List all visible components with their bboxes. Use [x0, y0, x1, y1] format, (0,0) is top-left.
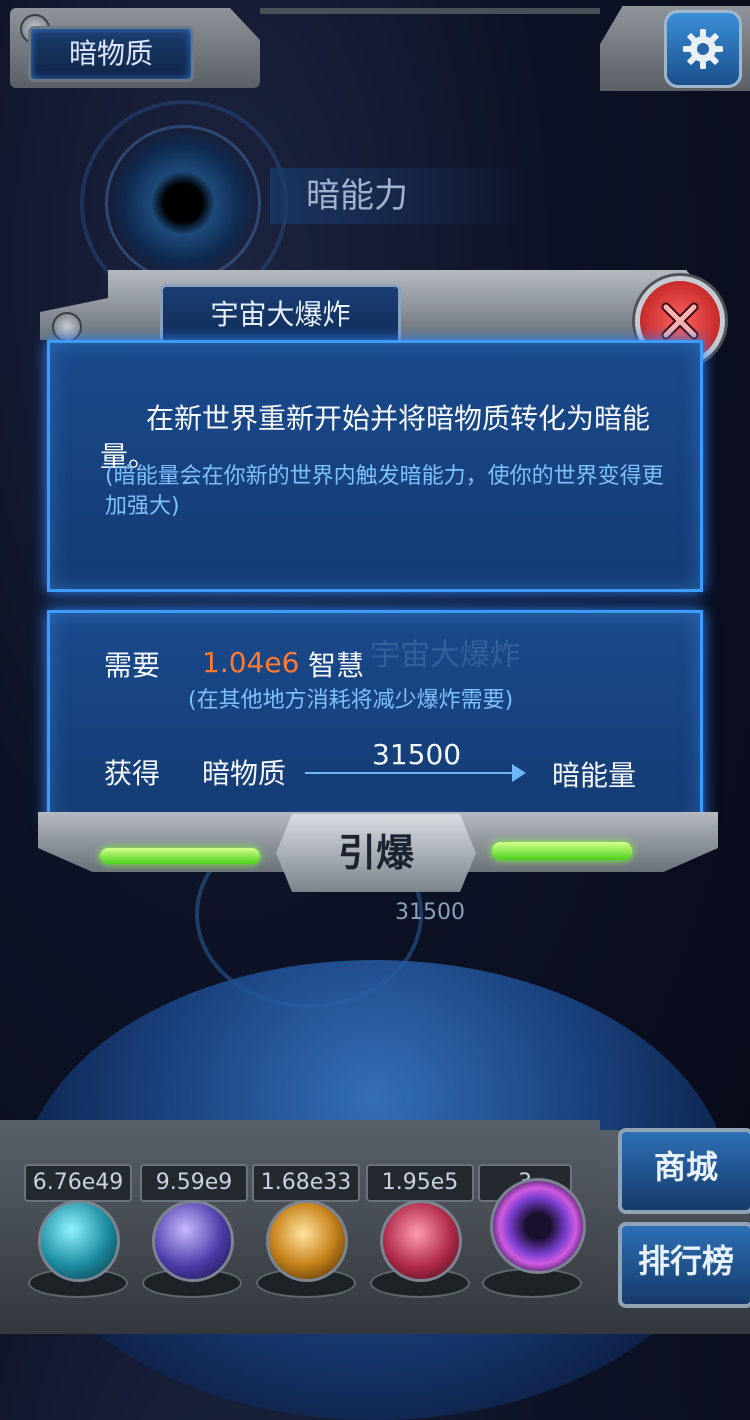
- require-unit: 智慧: [308, 649, 365, 682]
- require-value: 1.04e6: [202, 646, 300, 679]
- require-note: (在其他地方消耗将减少爆炸需要): [188, 688, 514, 713]
- brain-orb-icon[interactable]: [380, 1200, 462, 1282]
- shop-button[interactable]: 商城: [618, 1128, 750, 1214]
- require-label: 需要: [104, 649, 161, 682]
- detonate-button[interactable]: 引爆: [276, 814, 476, 892]
- modal-title: 宇宙大爆炸: [160, 284, 401, 346]
- top-frame-line: [260, 8, 600, 14]
- gain-from: 暗物质: [202, 757, 287, 790]
- blackhole-icon: [105, 125, 261, 281]
- resource-value: 6.76e49: [24, 1164, 132, 1202]
- energy-tube-right: [492, 842, 632, 860]
- ghost-title: 宇宙大爆炸: [370, 638, 520, 673]
- energy-tube-left: [100, 848, 260, 864]
- arrow-right-icon: [512, 764, 526, 782]
- gain-to: 暗能量: [552, 759, 637, 792]
- background-amount: 31500: [395, 900, 465, 925]
- page-title: 暗物质: [28, 26, 194, 82]
- resource-value: 9.59e9: [140, 1164, 248, 1202]
- dark-ability-label: 暗能力: [270, 168, 530, 224]
- arrow-line: [305, 772, 515, 774]
- gain-label: 获得: [104, 757, 161, 790]
- modal-note: (暗能量会在你新的世界内触发暗能力，使你的世界变得更加强大): [105, 464, 664, 519]
- resource-value: 1.68e33: [252, 1164, 360, 1202]
- resource-value: 1.95e5: [366, 1164, 474, 1202]
- settings-button[interactable]: [664, 10, 742, 88]
- galaxy-orb-icon[interactable]: [266, 1200, 348, 1282]
- close-icon: [661, 302, 699, 340]
- leaderboard-button[interactable]: 排行榜: [618, 1222, 750, 1308]
- blackhole-orb-icon[interactable]: [490, 1178, 586, 1274]
- gear-icon: [683, 29, 723, 69]
- lightning-orb-icon[interactable]: [152, 1200, 234, 1282]
- screw-icon: [52, 312, 82, 342]
- gain-amount: 31500: [372, 738, 462, 771]
- atom-orb-icon[interactable]: [38, 1200, 120, 1282]
